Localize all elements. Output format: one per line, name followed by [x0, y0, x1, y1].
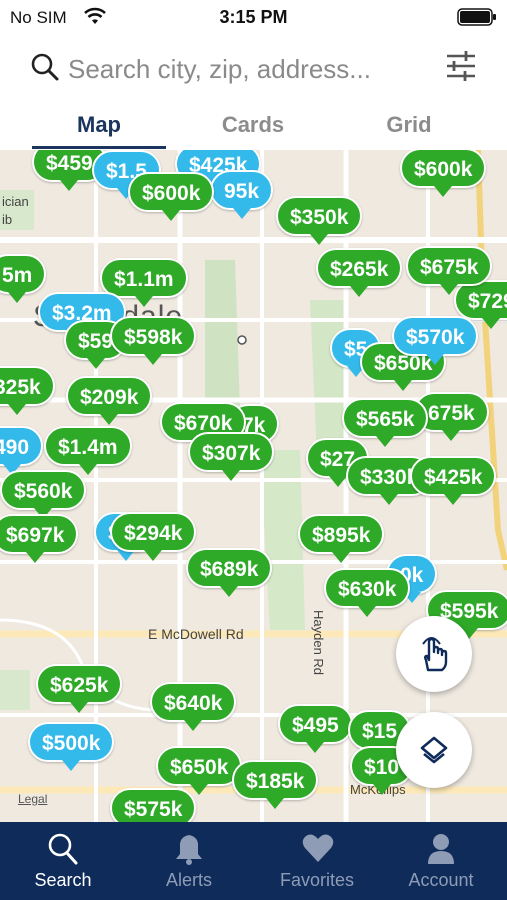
price-pin[interactable]: $265k [316, 248, 403, 297]
price-pin[interactable]: $1.1m [100, 258, 188, 307]
tab-cards[interactable]: Cards [183, 112, 323, 138]
draw-search-button[interactable] [396, 616, 472, 692]
status-bar: No SIM 3:15 PM [0, 0, 507, 34]
price-pin[interactable]: $307k [188, 432, 275, 481]
price-pin[interactable]: $675k [406, 246, 493, 295]
map-layers-button[interactable] [396, 712, 472, 788]
search-icon [48, 833, 78, 865]
nav-account-label: Account [408, 870, 474, 890]
tab-grid[interactable]: Grid [339, 112, 479, 138]
nav-alerts[interactable]: Alerts [126, 822, 252, 900]
nav-search[interactable]: Search [0, 822, 126, 900]
price-pin[interactable]: 95k [210, 170, 274, 219]
search-icon[interactable] [30, 52, 60, 82]
nav-favorites[interactable]: Favorites [254, 822, 380, 900]
price-pin[interactable]: $640k [150, 682, 237, 731]
price-pin[interactable]: $600k [400, 150, 487, 197]
price-pin[interactable]: $560k [0, 470, 87, 519]
price-pin[interactable]: $495 [278, 704, 353, 753]
nav-favorites-label: Favorites [279, 870, 355, 890]
active-tab-indicator [32, 146, 166, 149]
price-pin[interactable]: $209k [66, 376, 153, 425]
price-pin[interactable]: $575k [110, 788, 197, 822]
heart-icon [302, 834, 334, 862]
price-pin[interactable]: $185k [232, 760, 319, 809]
place-label: ician [2, 194, 29, 209]
price-pin[interactable]: $570k [392, 316, 479, 365]
price-pin[interactable]: $425k [410, 456, 497, 505]
street-label-mcdowell: E McDowell Rd [148, 626, 244, 642]
price-pin[interactable]: $565k [342, 398, 429, 447]
map-legal-link[interactable]: Legal [18, 792, 47, 806]
price-pin[interactable]: $1.4m [44, 426, 132, 475]
filter-icon[interactable] [445, 48, 477, 84]
price-pin[interactable]: $600k [128, 172, 215, 221]
bell-icon [176, 835, 202, 865]
price-pin[interactable]: $895k [298, 514, 385, 563]
nav-alerts-label: Alerts [165, 870, 212, 890]
price-pin[interactable]: $625k [36, 664, 123, 713]
bottom-nav: Search Alerts Favorites Account [0, 822, 507, 900]
price-pin[interactable]: $350k [276, 196, 363, 245]
place-label: ib [2, 212, 13, 227]
search-input[interactable] [68, 50, 433, 88]
price-pin[interactable]: $689k [186, 548, 273, 597]
map-view[interactable]: Scottsdale ician ib E McDowell Rd Hayden… [0, 150, 507, 822]
status-time: 3:15 PM [219, 7, 288, 27]
price-pin[interactable]: $294k [110, 512, 197, 561]
price-pin[interactable]: 490 [0, 426, 44, 475]
price-pin[interactable]: $650k [156, 746, 243, 795]
person-icon [428, 834, 454, 864]
view-tabs: Map Cards Grid [0, 100, 507, 150]
nav-search-label: Search [34, 870, 92, 890]
price-pin[interactable]: 5m [0, 254, 47, 303]
price-pin[interactable]: $697k [0, 514, 79, 563]
hand-pointer-icon [422, 637, 448, 672]
layers-icon [420, 736, 448, 764]
price-pin[interactable]: $500k [28, 722, 115, 771]
tab-map[interactable]: Map [29, 112, 169, 138]
price-pin[interactable]: 325k [0, 366, 55, 415]
nav-account[interactable]: Account [378, 822, 504, 900]
battery-icon [457, 8, 496, 26]
street-label-hayden: Hayden Rd [311, 610, 326, 676]
search-bar [0, 36, 507, 100]
price-pin[interactable]: $630k [324, 568, 411, 617]
price-pin[interactable]: $598k [110, 316, 197, 365]
